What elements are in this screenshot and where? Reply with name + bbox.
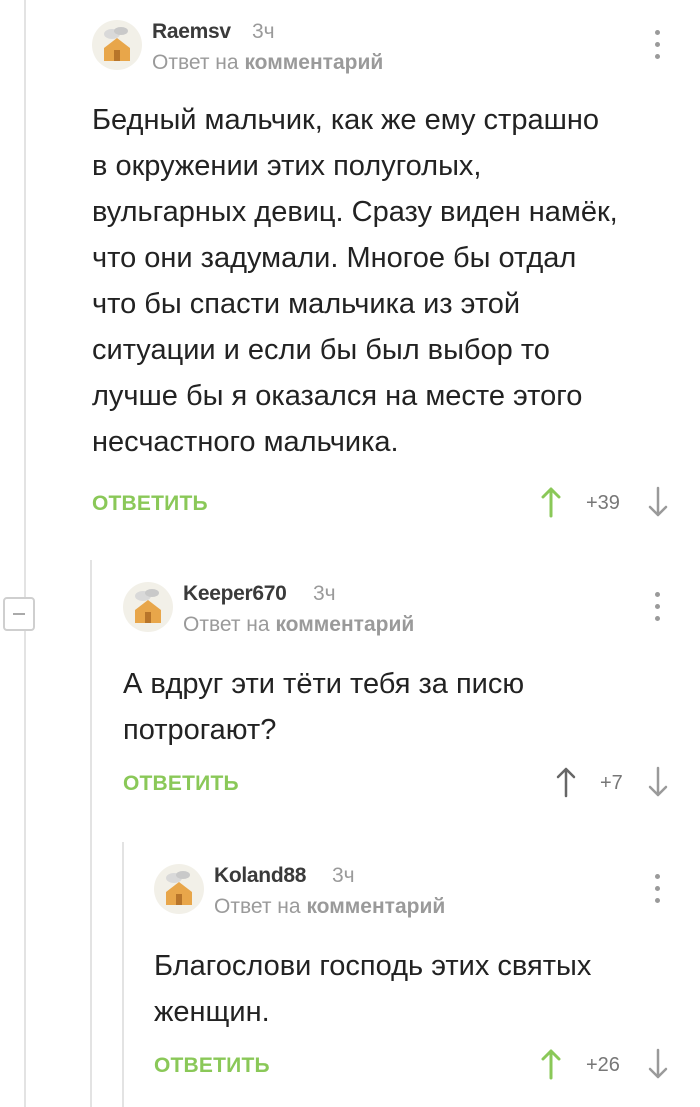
rating-value: +26 bbox=[586, 1054, 620, 1076]
timestamp: 3ч bbox=[252, 20, 275, 43]
author-name[interactable]: Raemsv bbox=[152, 20, 231, 44]
reply-target[interactable]: комментарий bbox=[275, 613, 414, 636]
reply-to-link[interactable]: Ответ на комментарий bbox=[183, 613, 414, 637]
more-menu-icon[interactable] bbox=[652, 30, 662, 64]
upvote-icon[interactable] bbox=[540, 486, 562, 518]
thread-line bbox=[122, 842, 124, 1107]
reply-button[interactable]: ОТВЕТИТЬ bbox=[92, 492, 208, 516]
comment-text: Бедный мальчик, как же ему страшно в окр… bbox=[92, 104, 618, 458]
more-menu-icon[interactable] bbox=[652, 592, 662, 626]
downvote-icon[interactable] bbox=[647, 766, 669, 798]
thread-line bbox=[24, 0, 26, 1107]
thread-line bbox=[90, 560, 92, 1107]
comment: Raemsv 3ч Ответ на комментарий Бедный ма… bbox=[92, 20, 682, 530]
upvote-icon[interactable] bbox=[540, 1048, 562, 1080]
reply-button[interactable]: ОТВЕТИТЬ bbox=[154, 1054, 270, 1078]
rating-value: +7 bbox=[600, 772, 623, 794]
comment-text: Благослови господь этих святых женщин. bbox=[154, 950, 592, 1028]
downvote-icon[interactable] bbox=[647, 1048, 669, 1080]
author-name[interactable]: Keeper670 bbox=[183, 582, 287, 606]
reply-prefix: Ответ на bbox=[214, 895, 301, 918]
more-menu-icon[interactable] bbox=[652, 874, 662, 908]
reply-prefix: Ответ на bbox=[183, 613, 270, 636]
downvote-icon[interactable] bbox=[647, 486, 669, 518]
avatar[interactable] bbox=[92, 20, 142, 70]
rating-value: +39 bbox=[586, 492, 620, 514]
reply-prefix: Ответ на bbox=[152, 51, 239, 74]
avatar[interactable] bbox=[154, 864, 204, 914]
reply-target[interactable]: комментарий bbox=[306, 895, 445, 918]
comment: Koland88 3ч Ответ на комментарий Благосл… bbox=[154, 864, 684, 1094]
timestamp: 3ч bbox=[313, 582, 336, 605]
author-name[interactable]: Koland88 bbox=[214, 864, 306, 888]
collapse-thread-button[interactable] bbox=[3, 597, 35, 631]
reply-to-link[interactable]: Ответ на комментарий bbox=[152, 51, 383, 75]
reply-target[interactable]: комментарий bbox=[244, 51, 383, 74]
reply-to-link[interactable]: Ответ на комментарий bbox=[214, 895, 445, 919]
avatar[interactable] bbox=[123, 582, 173, 632]
reply-button[interactable]: ОТВЕТИТЬ bbox=[123, 772, 239, 796]
upvote-icon[interactable] bbox=[555, 766, 577, 798]
comment-text: А вдруг эти тёти тебя за писю потрогают? bbox=[123, 668, 525, 746]
timestamp: 3ч bbox=[332, 864, 355, 887]
comment: Keeper670 3ч Ответ на комментарий А вдру… bbox=[123, 582, 683, 812]
